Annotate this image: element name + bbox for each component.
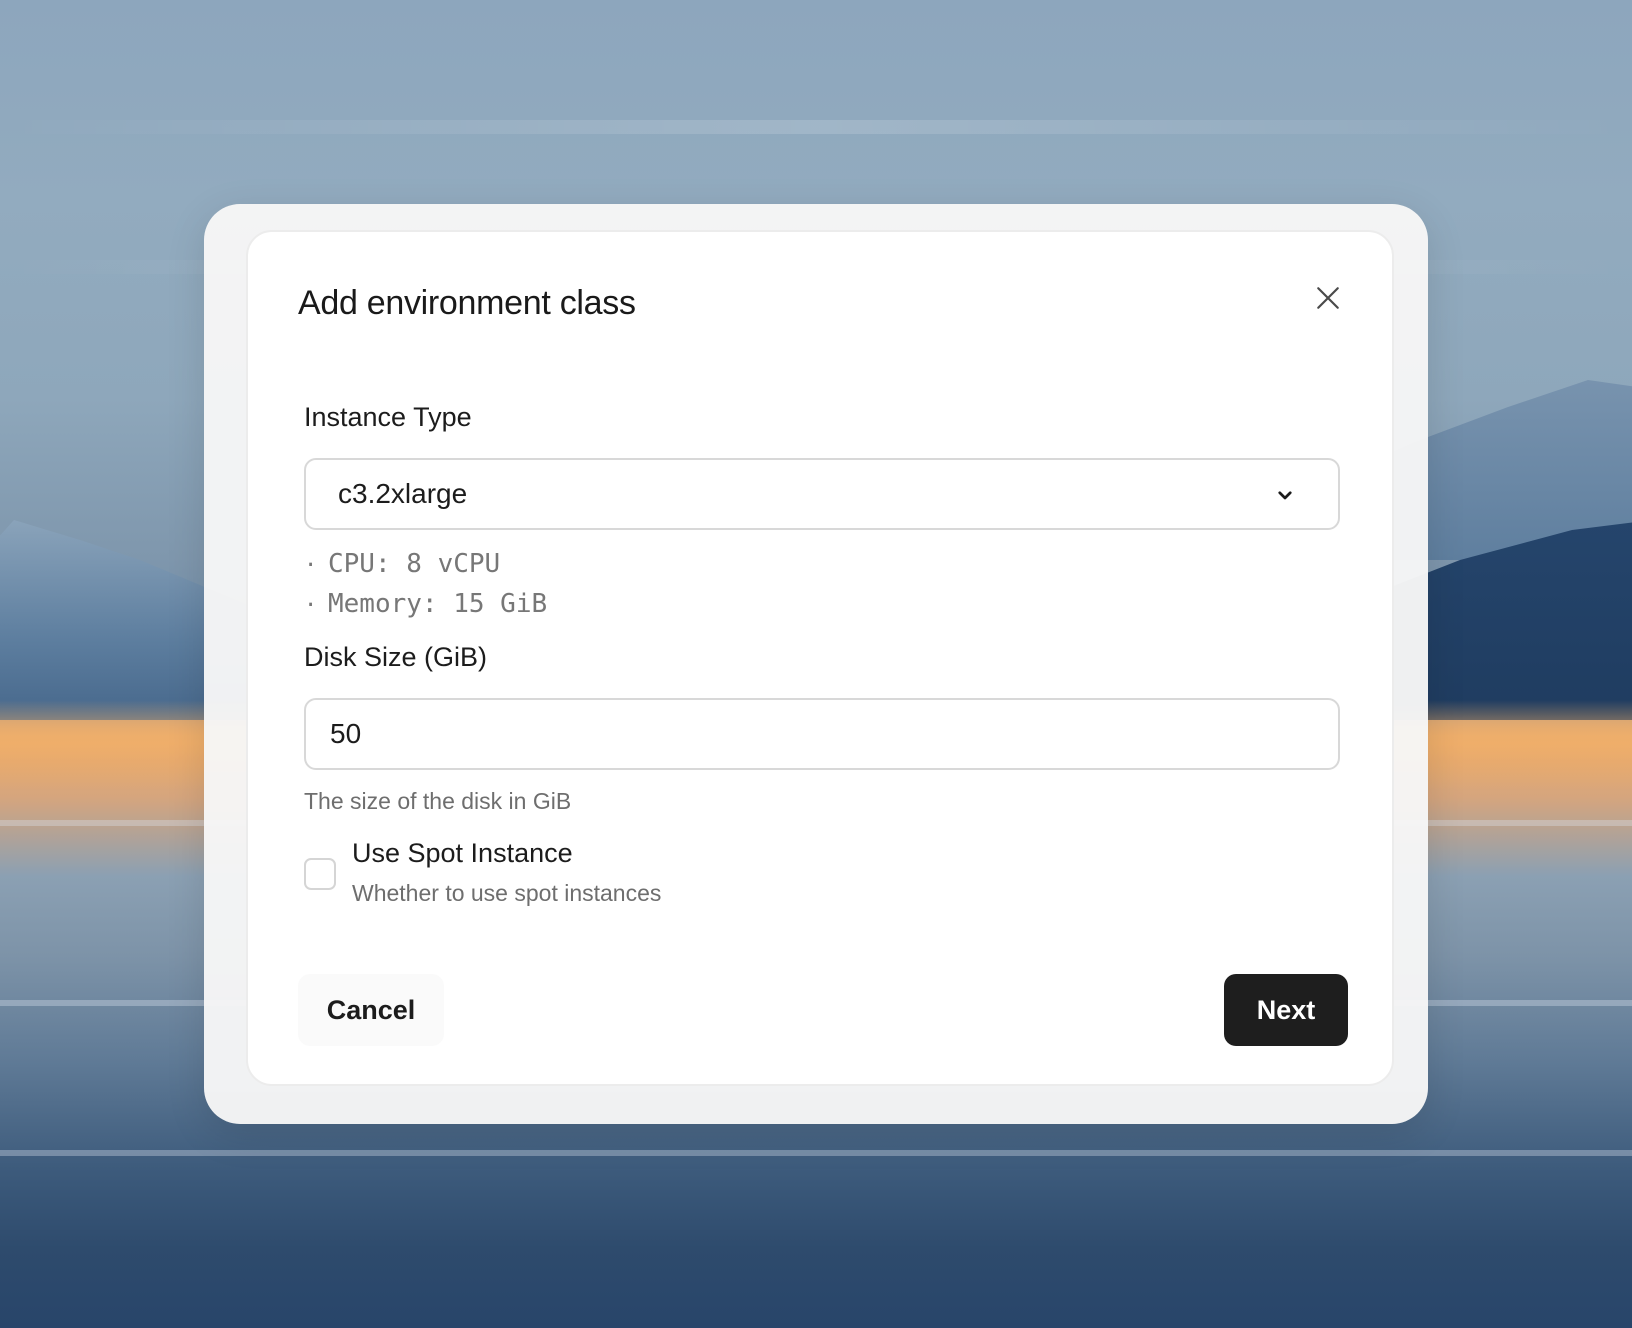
instance-specs: · CPU: 8 vCPU · Memory: 15 GiB <box>304 544 547 624</box>
water-ripple <box>0 1150 1632 1156</box>
spec-cpu: · CPU: 8 vCPU <box>304 544 547 584</box>
dialog-title: Add environment class <box>298 284 636 322</box>
use-spot-instance-checkbox[interactable] <box>304 858 336 890</box>
close-icon <box>1317 287 1339 309</box>
spec-cpu-text: CPU: 8 vCPU <box>328 549 501 579</box>
instance-type-selected-value: c3.2xlarge <box>338 478 468 509</box>
next-button[interactable]: Next <box>1224 974 1348 1046</box>
cancel-button[interactable]: Cancel <box>298 974 444 1046</box>
add-environment-class-dialog: Add environment class Instance Type c3.2… <box>246 230 1394 1086</box>
spec-memory-text: Memory: 15 GiB <box>328 589 548 619</box>
use-spot-instance-label[interactable]: Use Spot Instance <box>352 838 573 869</box>
disk-size-input[interactable] <box>304 698 1340 770</box>
instance-type-select[interactable]: c3.2xlarge <box>304 458 1340 530</box>
spec-memory: · Memory: 15 GiB <box>304 584 547 624</box>
dialog-backdrop-frame: Add environment class Instance Type c3.2… <box>204 204 1428 1124</box>
use-spot-instance-description: Whether to use spot instances <box>352 880 662 906</box>
close-button[interactable] <box>1308 278 1348 318</box>
sky-streak <box>0 120 1632 134</box>
disk-size-hint: The size of the disk in GiB <box>304 788 572 814</box>
chevron-down-icon <box>1278 491 1292 500</box>
disk-size-label: Disk Size (GiB) <box>304 642 488 672</box>
instance-type-label: Instance Type <box>304 402 472 432</box>
spec-bullet: · <box>304 553 318 578</box>
spec-bullet: · <box>304 593 318 618</box>
